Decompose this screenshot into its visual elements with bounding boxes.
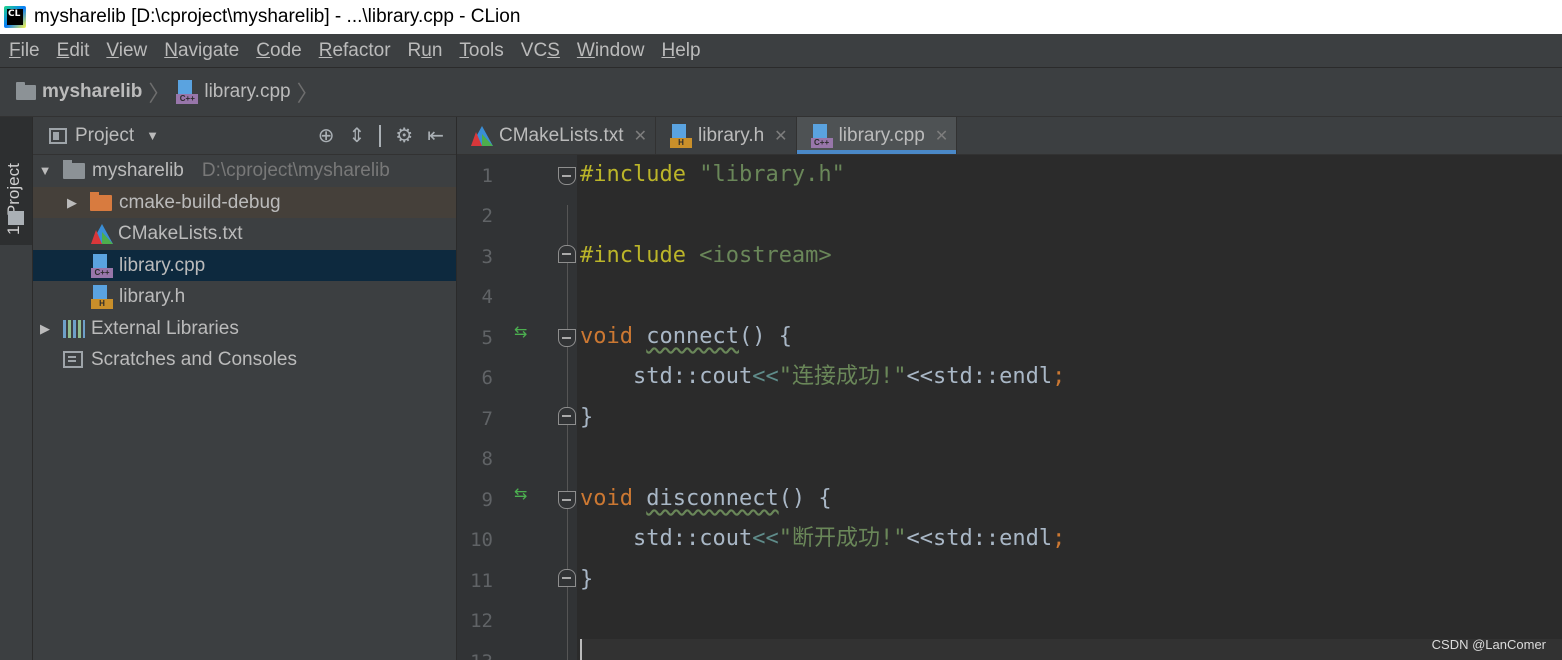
code-line-10: std::cout<<"断开成功!"<<std::endl; xyxy=(632,526,1066,551)
folder-icon xyxy=(16,81,36,100)
line-number: 6 xyxy=(481,367,493,389)
tree-item-project-root[interactable]: ▼ mysharelib D:\cproject\mysharelib xyxy=(33,155,456,186)
breadcrumb: mysharelib 〉 C++ library.cpp 〉 xyxy=(0,68,1562,117)
menu-window[interactable]: Window xyxy=(568,40,653,62)
code-line-5: void connect() { xyxy=(580,324,792,349)
tree-item-scratches[interactable]: Scratches and Consoles xyxy=(33,344,456,375)
menu-edit[interactable]: Edit xyxy=(48,40,98,62)
cpp-file-icon: C++ xyxy=(91,253,113,278)
code-line-11: } xyxy=(580,567,594,592)
line-number: 8 xyxy=(481,448,493,470)
code-editor[interactable]: #include "library.h" #include <iostream>… xyxy=(580,155,1560,660)
editor-area: CMakeLists.txt ✕ H library.h ✕ C++ libra… xyxy=(457,117,1562,660)
scratches-icon xyxy=(63,351,83,368)
cmake-icon xyxy=(471,125,493,146)
header-file-icon: H xyxy=(670,123,692,148)
tree-item-external-libraries[interactable]: ▶ External Libraries xyxy=(33,313,456,344)
code-line-6: std::cout<<"连接成功!"<<std::endl; xyxy=(632,364,1066,389)
watermark: CSDN @LanComer xyxy=(1431,637,1546,652)
editor-tab-bar: CMakeLists.txt ✕ H library.h ✕ C++ libra… xyxy=(457,117,1562,155)
excluded-folder-icon xyxy=(90,191,112,211)
fold-icon[interactable] xyxy=(558,167,576,185)
line-number: 3 xyxy=(481,246,493,268)
toolbar-divider xyxy=(379,124,382,147)
tab-cmakelists[interactable]: CMakeLists.txt ✕ xyxy=(457,117,656,154)
cmake-icon xyxy=(91,223,113,244)
code-line-1: #include "library.h" xyxy=(580,162,845,187)
menu-code[interactable]: Code xyxy=(247,40,309,62)
navigate-declaration-icon[interactable]: ⇆ xyxy=(514,324,540,347)
project-panel-header: Project ▼ ⊕ ⇕ ⚙ ⇤ xyxy=(33,117,456,155)
tab-library-cpp[interactable]: C++ library.cpp ✕ xyxy=(796,117,958,154)
project-tool-tab[interactable]: 1: Project xyxy=(0,117,32,245)
menu-view[interactable]: View xyxy=(97,40,155,62)
menu-tools[interactable]: Tools xyxy=(450,40,511,62)
text-caret xyxy=(580,639,582,660)
tree-item-cmakelists[interactable]: CMakeLists.txt xyxy=(33,218,456,249)
cpp-file-icon: C++ xyxy=(810,123,833,148)
breadcrumb-project[interactable]: mysharelib xyxy=(0,81,142,103)
project-icon xyxy=(8,211,24,225)
fold-icon[interactable] xyxy=(558,491,576,509)
expanded-arrow-icon[interactable]: ▼ xyxy=(37,163,53,178)
menu-vcs[interactable]: VCS xyxy=(512,40,568,62)
project-panel: Project ▼ ⊕ ⇕ ⚙ ⇤ ▼ mysharelib D:\cproje… xyxy=(33,117,457,660)
cpp-file-icon: C++ xyxy=(176,80,199,104)
line-number: 13 xyxy=(457,651,493,660)
close-icon[interactable]: ✕ xyxy=(935,126,948,146)
line-number: 4 xyxy=(481,286,493,308)
menu-file[interactable]: File xyxy=(0,40,48,62)
close-icon[interactable]: ✕ xyxy=(634,126,647,146)
window-title-bar: CL mysharelib [D:\cproject\mysharelib] -… xyxy=(0,0,1562,34)
breadcrumb-chevron-icon: 〉 xyxy=(148,81,171,106)
code-line-9: void disconnect() { xyxy=(580,486,832,511)
collapse-all-icon[interactable]: ⇕ xyxy=(349,123,366,148)
tool-window-strip: 1: Project xyxy=(0,117,33,660)
navigate-declaration-icon[interactable]: ⇆ xyxy=(514,486,540,509)
project-view-icon xyxy=(49,127,67,144)
breadcrumb-file[interactable]: C++ library.cpp xyxy=(176,80,291,104)
menu-help[interactable]: Help xyxy=(652,40,708,62)
libraries-icon xyxy=(63,319,85,338)
window-title: mysharelib [D:\cproject\mysharelib] - ..… xyxy=(34,6,521,27)
line-number: 5 xyxy=(481,327,493,349)
code-line-7: } xyxy=(580,405,594,430)
fold-guide xyxy=(567,205,568,660)
editor-gutter[interactable]: 1 2 3 4 5 6 7 8 9 10 11 12 13 ⇆ ⇆ xyxy=(457,155,577,660)
menu-run[interactable]: Run xyxy=(399,40,451,62)
line-number: 7 xyxy=(481,408,493,430)
fold-icon[interactable] xyxy=(558,407,576,425)
tab-library-h[interactable]: H library.h ✕ xyxy=(656,117,797,154)
tree-item-cmake-build-debug[interactable]: ▶ cmake-build-debug xyxy=(33,187,456,218)
locate-icon[interactable]: ⊕ xyxy=(318,123,335,148)
breadcrumb-chevron-icon: 〉 xyxy=(296,81,319,106)
collapsed-arrow-icon[interactable]: ▶ xyxy=(37,321,53,337)
line-number: 9 xyxy=(481,489,493,511)
menu-refactor[interactable]: Refactor xyxy=(310,40,399,62)
folder-icon xyxy=(63,159,85,179)
code-line-3: #include <iostream> xyxy=(580,243,832,268)
line-number: 11 xyxy=(470,570,493,592)
menu-bar: File Edit View Navigate Code Refactor Ru… xyxy=(0,34,1562,68)
line-number: 10 xyxy=(470,529,493,551)
fold-icon[interactable] xyxy=(558,329,576,347)
tree-item-library-h[interactable]: H library.h xyxy=(33,281,456,312)
line-number: 12 xyxy=(470,610,493,632)
close-icon[interactable]: ✕ xyxy=(774,126,787,146)
collapsed-arrow-icon[interactable]: ▶ xyxy=(64,195,80,211)
tree-item-library-cpp[interactable]: C++ library.cpp xyxy=(33,250,456,281)
line-number: 2 xyxy=(481,205,493,227)
menu-navigate[interactable]: Navigate xyxy=(155,40,247,62)
chevron-down-icon[interactable]: ▼ xyxy=(146,128,159,143)
line-number: 1 xyxy=(481,165,493,187)
clion-app-icon: CL xyxy=(4,6,26,28)
fold-icon[interactable] xyxy=(558,569,576,587)
header-file-icon: H xyxy=(91,284,113,309)
project-view-selector[interactable]: Project xyxy=(75,125,134,147)
gear-icon[interactable]: ⚙ xyxy=(395,123,413,148)
hide-panel-icon[interactable]: ⇤ xyxy=(427,123,444,148)
fold-icon[interactable] xyxy=(558,245,576,263)
